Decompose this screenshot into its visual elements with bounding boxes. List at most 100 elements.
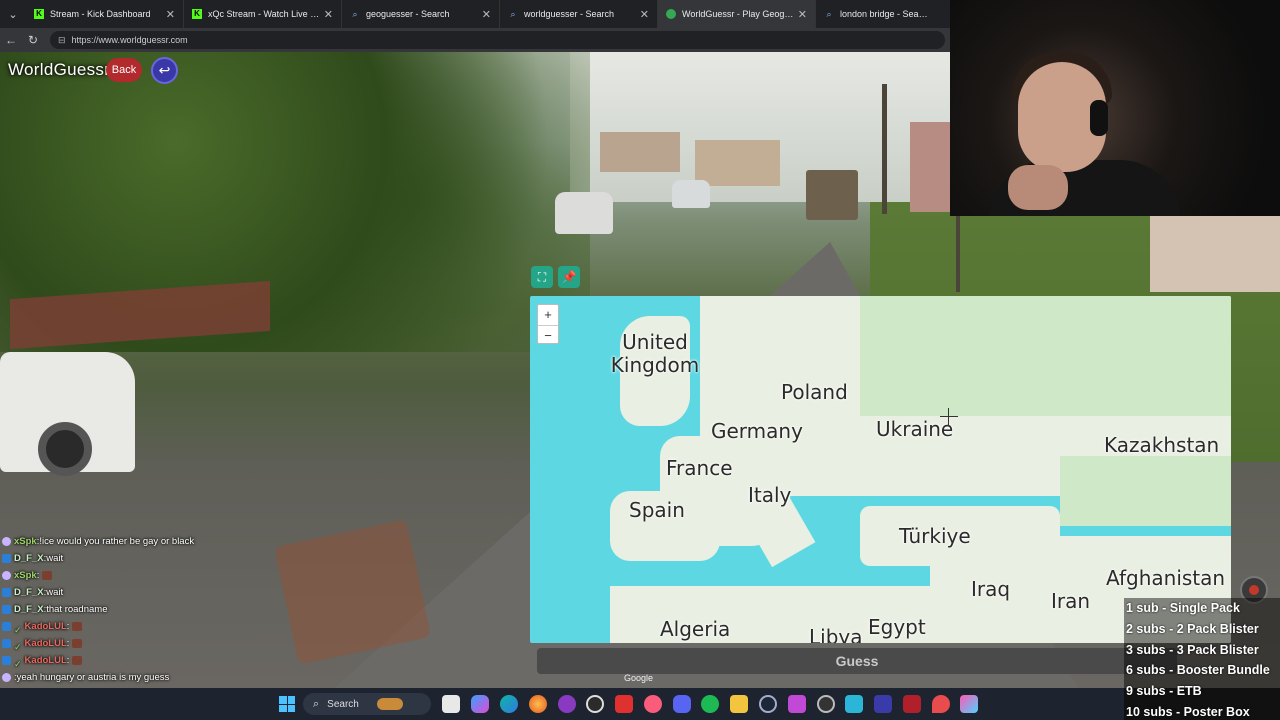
map-label-turkiye: Türkiye xyxy=(899,524,971,548)
maps-pin-icon[interactable] xyxy=(931,695,950,713)
app-icon[interactable] xyxy=(845,695,864,713)
tab-geoguesser-search[interactable]: ⌕ geoguesser - Search ✕ xyxy=(342,0,500,28)
chat-username[interactable]: D_F_X xyxy=(14,601,44,618)
app-icon[interactable] xyxy=(960,695,979,713)
white-car xyxy=(0,352,135,476)
chat-badge-icon xyxy=(2,554,11,563)
chat-badge-icon xyxy=(2,622,11,631)
chat-badge-icon xyxy=(2,673,11,682)
task-view-icon[interactable] xyxy=(442,695,461,713)
chat-badge-icon xyxy=(2,588,11,597)
edge-icon[interactable] xyxy=(499,695,518,713)
car-wheel xyxy=(38,422,92,476)
app-icon[interactable] xyxy=(816,695,835,713)
tab-list-chevron-icon[interactable]: ⌄ xyxy=(0,0,26,28)
chat-username[interactable]: KadoLUL xyxy=(25,652,67,669)
chat-text: that roadname xyxy=(46,604,108,615)
windows-start-icon[interactable] xyxy=(279,696,295,712)
site-info-icon[interactable]: ⊟ xyxy=(58,35,66,46)
chat-username[interactable]: KadoLUL xyxy=(25,635,67,652)
copilot-icon[interactable] xyxy=(471,695,490,713)
chat-username[interactable]: xSpk xyxy=(14,567,37,584)
kick-icon: K xyxy=(192,9,202,19)
url-text: https://www.worldguessr.com xyxy=(71,35,188,45)
tab-worldguesser-search[interactable]: ⌕ worldguesser - Search ✕ xyxy=(500,0,658,28)
chat-message: D_F_X : wait xyxy=(2,584,302,601)
chat-username[interactable]: KadoLUL xyxy=(25,618,67,635)
app-icon[interactable] xyxy=(902,695,921,713)
chat-text: yeah hungary or austria is my guess xyxy=(16,672,170,683)
house xyxy=(600,132,680,172)
truck xyxy=(806,170,858,220)
chat-separator: : xyxy=(66,655,70,666)
close-icon[interactable]: ✕ xyxy=(166,8,175,21)
obs-icon[interactable] xyxy=(586,695,605,713)
tab-kick-dashboard[interactable]: K Stream - Kick Dashboard ✕ xyxy=(26,0,184,28)
back-arrow-icon[interactable]: ← xyxy=(0,33,22,47)
chat-badge-icon xyxy=(2,571,11,580)
close-icon[interactable]: ✕ xyxy=(324,8,333,21)
app-icon[interactable] xyxy=(787,695,806,713)
parked-car xyxy=(672,180,710,208)
chat-username[interactable]: xSpk xyxy=(14,533,37,550)
map-label-italy: Italy xyxy=(748,483,792,507)
chat-separator: : xyxy=(66,621,70,632)
folder-icon[interactable] xyxy=(730,695,749,713)
zoom-out-button[interactable]: − xyxy=(538,325,558,345)
google-attribution: Google xyxy=(624,673,654,683)
reload-icon[interactable]: ↻ xyxy=(22,33,44,47)
chat-username[interactable]: D_F_X xyxy=(14,584,44,601)
tab-london-bridge-search[interactable]: ⌕ london bridge - Search xyxy=(816,0,936,28)
back-button[interactable]: Back xyxy=(106,58,142,82)
search-highlight-icon xyxy=(376,698,403,710)
land-mass xyxy=(860,296,1231,416)
map-label-kazakhstan: Kazakhstan xyxy=(1104,433,1220,457)
globe-icon xyxy=(666,9,676,19)
tab-label: geoguesser - Search xyxy=(366,9,450,19)
discord-icon[interactable] xyxy=(672,695,691,713)
chat-message: xSpk : !ice would you rather be gay or b… xyxy=(2,533,302,550)
sub-goal-item: 9 subs - ETB xyxy=(1126,684,1202,699)
weather-widget[interactable] xyxy=(8,690,98,718)
parked-car xyxy=(555,192,613,234)
app-icon[interactable] xyxy=(615,695,634,713)
close-icon[interactable]: ✕ xyxy=(482,8,491,21)
search-icon: ⌕ xyxy=(826,9,832,19)
verified-icon: ✓ xyxy=(14,642,22,652)
browser-tab-strip: ⌄ K Stream - Kick Dashboard ✕ K xQc Stre… xyxy=(0,0,950,28)
close-icon[interactable]: ✕ xyxy=(798,8,807,21)
worldguessr-logo: WorldGuessr xyxy=(8,60,111,79)
sub-goals-panel: 1 sub - Single Pack 2 subs - 2 Pack Blis… xyxy=(1124,598,1280,720)
close-icon[interactable]: ✕ xyxy=(640,8,649,21)
guess-map[interactable]: United Kingdom Poland Germany Ukraine Kaz… xyxy=(530,296,1231,643)
app-icon[interactable] xyxy=(557,695,576,713)
zoom-in-button[interactable]: + xyxy=(538,305,558,325)
verified-icon: ✓ xyxy=(14,625,22,635)
chat-username[interactable]: D_F_X xyxy=(14,550,44,567)
pin-map-icon[interactable]: 📌 xyxy=(558,266,580,288)
webcam-overlay xyxy=(950,0,1280,216)
map-label-libya: Libya xyxy=(809,625,863,644)
headset xyxy=(1090,100,1108,136)
guess-button[interactable]: Guess xyxy=(537,648,1177,674)
spotify-icon[interactable] xyxy=(701,695,720,713)
itunes-icon[interactable] xyxy=(643,695,662,713)
firefox-icon[interactable] xyxy=(528,695,547,713)
tab-worldguessr[interactable]: WorldGuessr - Play Geoguessr for ✕ xyxy=(658,0,816,28)
chat-text: wait xyxy=(46,553,64,564)
steam-icon[interactable] xyxy=(758,695,777,713)
chat-text: !ice would you rather be gay or black xyxy=(39,536,195,547)
map-zoom-control: + − xyxy=(537,304,559,344)
tab-label: Stream - Kick Dashboard xyxy=(50,9,151,19)
expand-map-icon[interactable]: ⛶ xyxy=(531,266,553,288)
kick-icon: K xyxy=(34,9,44,19)
url-field[interactable]: ⊟ https://www.worldguessr.com xyxy=(50,31,945,49)
return-to-start-icon[interactable]: ↩ xyxy=(151,57,178,84)
chat-badge-icon xyxy=(2,605,11,614)
verified-icon: ✓ xyxy=(14,659,22,669)
tab-xqc-stream[interactable]: K xQc Stream - Watch Live on Kick ✕ xyxy=(184,0,342,28)
fx-app-icon[interactable] xyxy=(874,695,893,713)
map-label-algeria: Algeria xyxy=(660,617,731,641)
taskbar-search[interactable]: ⌕ Search xyxy=(303,693,431,715)
map-label-spain: Spain xyxy=(629,498,685,522)
